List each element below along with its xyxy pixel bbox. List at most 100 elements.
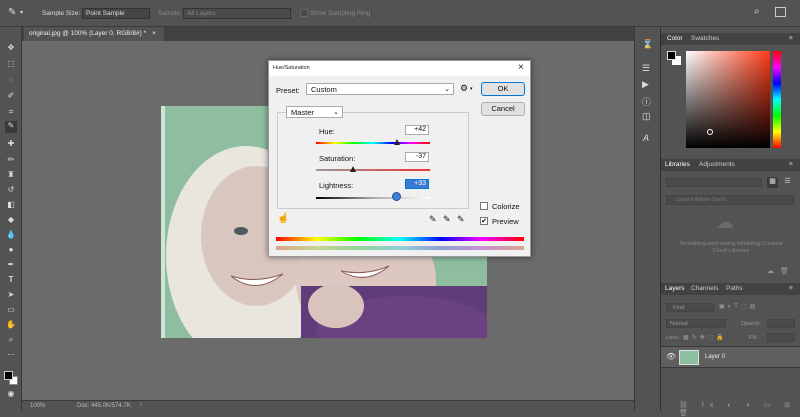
paint-bucket-tool-icon[interactable]: ◆ [5, 215, 17, 225]
delete-icon[interactable]: 🗑 [780, 267, 789, 275]
eyedropper-icon[interactable]: ✎ [429, 214, 437, 225]
dodge-tool-icon[interactable]: ● [5, 245, 17, 255]
eyedropper-tool-icon[interactable]: ✎ [8, 7, 16, 18]
stock-search-input[interactable]: Search Adobe Stock [666, 195, 794, 205]
sample-size-label: Sample Size: [42, 10, 81, 17]
tool-preset-dropdown-icon[interactable]: ▾ [20, 9, 23, 16]
panel-menu-icon[interactable]: ≡ [789, 35, 793, 42]
channel-select[interactable]: Master ⌄ [286, 106, 343, 118]
quick-select-tool-icon[interactable]: ✐ [5, 91, 17, 101]
lightness-slider-track[interactable] [316, 197, 430, 199]
sample-size-select[interactable]: Point Sample [82, 8, 150, 19]
lightness-label: Lightness: [319, 181, 354, 190]
close-icon[interactable]: × [518, 62, 524, 73]
input-color-bar [276, 237, 524, 241]
subtract-from-sample-eyedropper-icon[interactable]: ✎ [457, 214, 465, 225]
cancel-button[interactable]: Cancel [481, 102, 525, 116]
history-brush-tool-icon[interactable]: ↺ [5, 185, 17, 195]
preview-checkbox[interactable]: ✔ [480, 217, 488, 225]
eyedropper-tool-icon[interactable]: ✎ [5, 121, 17, 133]
zoom-level[interactable]: 100% [30, 403, 45, 409]
more-tools-icon[interactable]: ⋯ [5, 350, 17, 360]
zoom-tool-icon[interactable]: ⌕ [5, 335, 17, 345]
saturation-slider-thumb[interactable] [350, 166, 356, 172]
properties-panel-icon[interactable]: ☰ [642, 63, 650, 74]
marquee-tool-icon[interactable]: ⬚ [5, 59, 17, 69]
layer-name[interactable]: Layer 0 [705, 354, 725, 360]
panel-menu-icon[interactable]: ≡ [789, 285, 793, 292]
tab-layers[interactable]: Layers [665, 285, 685, 292]
cloud-icon[interactable]: ☁ [767, 267, 774, 275]
layer-thumbnail[interactable] [679, 350, 699, 365]
document-size[interactable]: Doc: 445.0K/574.7K [77, 403, 131, 409]
opacity-label: Opacity: [741, 321, 762, 327]
hue-slider-track[interactable] [316, 142, 430, 144]
saturation-slider-track[interactable] [316, 169, 430, 171]
list-view-icon[interactable]: ☰ [782, 177, 793, 188]
pen-tool-icon[interactable]: ✒ [5, 260, 17, 270]
colorize-checkbox[interactable] [480, 202, 488, 210]
search-icon[interactable]: ⌕ [754, 6, 760, 17]
tab-adjustments[interactable]: Adjustments [699, 161, 735, 168]
lightness-slider-thumb[interactable] [392, 192, 401, 201]
dialog-titlebar[interactable]: Hue/Saturation [269, 61, 530, 76]
hue-value-field[interactable]: +42 [405, 125, 429, 135]
blur-tool-icon[interactable]: 💧 [5, 230, 17, 240]
preset-label: Preset: [276, 86, 300, 95]
add-to-sample-eyedropper-icon[interactable]: ✎ [443, 214, 451, 225]
tab-paths[interactable]: Paths [726, 285, 743, 292]
foreground-color-chip[interactable] [667, 51, 676, 60]
actions-panel-icon[interactable]: ▶ [642, 79, 649, 90]
crop-tool-icon[interactable]: ⌗ [5, 107, 17, 117]
panel-menu-icon[interactable]: ≡ [789, 161, 793, 168]
filter-icons[interactable]: ▣◐T⬚▤ [719, 303, 758, 310]
clone-stamp-tool-icon[interactable]: ♜ [5, 170, 17, 180]
lock-icons[interactable]: ▦✎✥⬚🔒 [683, 334, 727, 341]
preset-options-gear-icon[interactable]: ⚙ [460, 83, 468, 94]
quick-mask-icon[interactable]: ◉ [5, 389, 17, 399]
tab-channels[interactable]: Channels [691, 285, 718, 292]
lightness-value-field[interactable]: +33 [405, 179, 429, 189]
info-panel-icon[interactable]: ⓘ [642, 95, 651, 108]
brush-tool-icon[interactable]: ✏ [5, 155, 17, 165]
hand-tool-icon[interactable]: ✋ [5, 320, 17, 330]
saturation-value-field[interactable]: -37 [405, 152, 429, 162]
layers-footer-icons[interactable]: ⛓ fx ◐ ◑ ▭ ⊞ 🗑 [679, 401, 800, 417]
visibility-eye-icon[interactable]: 👁 [666, 352, 676, 361]
document-tab[interactable]: original.jpg @ 100% (Layer 0, RGB/8#) * … [24, 27, 164, 41]
targeted-adjustment-hand-icon[interactable]: ☝ [277, 213, 289, 224]
adjustments-panel-icon[interactable]: ◫ [642, 111, 651, 122]
hue-slider[interactable] [773, 51, 781, 148]
status-menu-icon[interactable]: › [140, 402, 142, 408]
grid-view-icon[interactable]: ▦ [767, 177, 778, 188]
close-tab-icon[interactable]: × [152, 30, 156, 37]
hue-slider-thumb[interactable] [394, 139, 400, 145]
blend-mode-select[interactable]: Normal [666, 319, 726, 328]
tab-swatches[interactable]: Swatches [691, 35, 719, 42]
path-selection-tool-icon[interactable]: ➤ [5, 290, 17, 300]
sample-select[interactable]: All Layers [183, 8, 291, 19]
workspace-icon[interactable] [775, 7, 786, 17]
layer-row[interactable]: 👁 Layer 0 [661, 346, 800, 368]
tab-color[interactable]: Color [667, 35, 683, 42]
history-panel-icon[interactable]: ⌛ [642, 39, 653, 50]
type-tool-icon[interactable]: T [5, 275, 17, 285]
opacity-field[interactable] [767, 319, 795, 328]
preset-select-value: Custom [311, 85, 337, 94]
foreground-color-swatch[interactable] [4, 371, 13, 380]
preset-select[interactable]: Custom ⌄ [306, 83, 454, 95]
move-tool-icon[interactable]: ✥ [5, 43, 17, 53]
gear-menu-chevron-icon[interactable]: ▾ [470, 86, 473, 92]
eraser-tool-icon[interactable]: ◧ [5, 200, 17, 210]
tab-libraries[interactable]: Libraries [665, 161, 690, 168]
healing-brush-tool-icon[interactable]: ✚ [5, 139, 17, 149]
show-sampling-ring-checkbox[interactable] [300, 9, 308, 17]
library-select[interactable] [666, 178, 762, 187]
ok-button[interactable]: OK [481, 82, 525, 96]
rectangle-tool-icon[interactable]: ▭ [5, 305, 17, 315]
character-panel-icon[interactable]: A [643, 133, 649, 143]
layer-kind-filter[interactable]: Kind [666, 303, 714, 312]
color-picker-field[interactable] [686, 51, 770, 148]
lasso-tool-icon[interactable]: ◌ [5, 75, 17, 85]
fill-field[interactable] [767, 333, 795, 342]
